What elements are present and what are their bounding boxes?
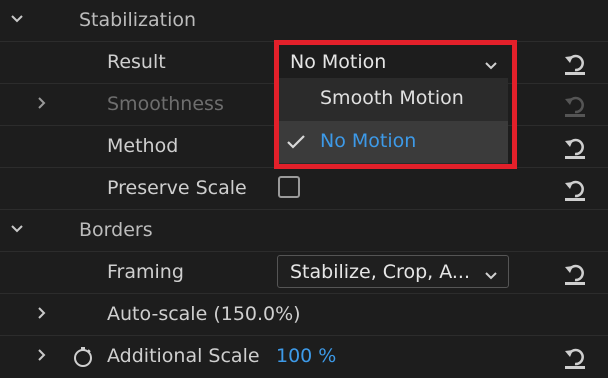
property-row-additional-scale: Additional Scale 100 % xyxy=(0,336,608,378)
reset-icon[interactable] xyxy=(560,174,590,204)
property-label-preserve-scale: Preserve Scale xyxy=(107,177,247,199)
section-label-stabilization: Stabilization xyxy=(79,9,197,31)
chevron-right-icon[interactable] xyxy=(35,348,49,362)
caret-down-icon xyxy=(484,56,498,75)
reset-icon[interactable] xyxy=(560,132,590,162)
section-stabilization[interactable]: Stabilization xyxy=(0,0,608,42)
property-row-framing: Framing Stabilize, Crop, A... xyxy=(0,252,608,294)
chevron-down-icon[interactable] xyxy=(10,222,24,236)
framing-dropdown-value: Stabilize, Crop, A... xyxy=(290,261,470,283)
property-row-auto-scale: Auto-scale (150.0%) xyxy=(0,294,608,336)
framing-dropdown[interactable]: Stabilize, Crop, A... xyxy=(277,255,509,288)
effect-controls-panel: Stabilization Result No Motion Smoothnes… xyxy=(0,0,608,373)
preserve-scale-checkbox[interactable] xyxy=(278,176,300,198)
menu-item-no-motion[interactable]: No Motion xyxy=(276,121,508,163)
property-label-additional-scale: Additional Scale xyxy=(107,345,260,367)
menu-item-smooth-motion[interactable]: Smooth Motion xyxy=(276,78,508,120)
reset-icon[interactable] xyxy=(560,342,590,372)
property-label-method: Method xyxy=(107,135,179,157)
property-label-smoothness: Smoothness xyxy=(107,93,224,115)
result-dropdown-value: No Motion xyxy=(290,51,387,73)
property-label-result: Result xyxy=(107,51,166,73)
result-dropdown-menu: Smooth Motion No Motion xyxy=(276,78,508,164)
chevron-down-icon[interactable] xyxy=(10,12,24,26)
reset-icon[interactable] xyxy=(560,48,590,78)
chevron-right-icon[interactable] xyxy=(35,96,49,110)
property-label-auto-scale: Auto-scale (150.0%) xyxy=(107,303,301,325)
reset-icon[interactable] xyxy=(560,258,590,288)
reset-icon xyxy=(560,90,590,120)
caret-down-icon xyxy=(484,266,498,285)
menu-item-label: Smooth Motion xyxy=(320,87,464,109)
section-label-borders: Borders xyxy=(79,219,153,241)
additional-scale-value[interactable]: 100 % xyxy=(276,345,336,367)
stopwatch-icon[interactable] xyxy=(72,346,94,372)
checkmark-icon xyxy=(286,133,306,155)
result-dropdown[interactable]: No Motion xyxy=(278,46,508,79)
chevron-right-icon[interactable] xyxy=(35,306,49,320)
menu-item-label: No Motion xyxy=(320,130,417,152)
property-label-framing: Framing xyxy=(107,261,184,283)
section-borders[interactable]: Borders xyxy=(0,210,608,252)
property-row-preserve-scale: Preserve Scale xyxy=(0,168,608,210)
